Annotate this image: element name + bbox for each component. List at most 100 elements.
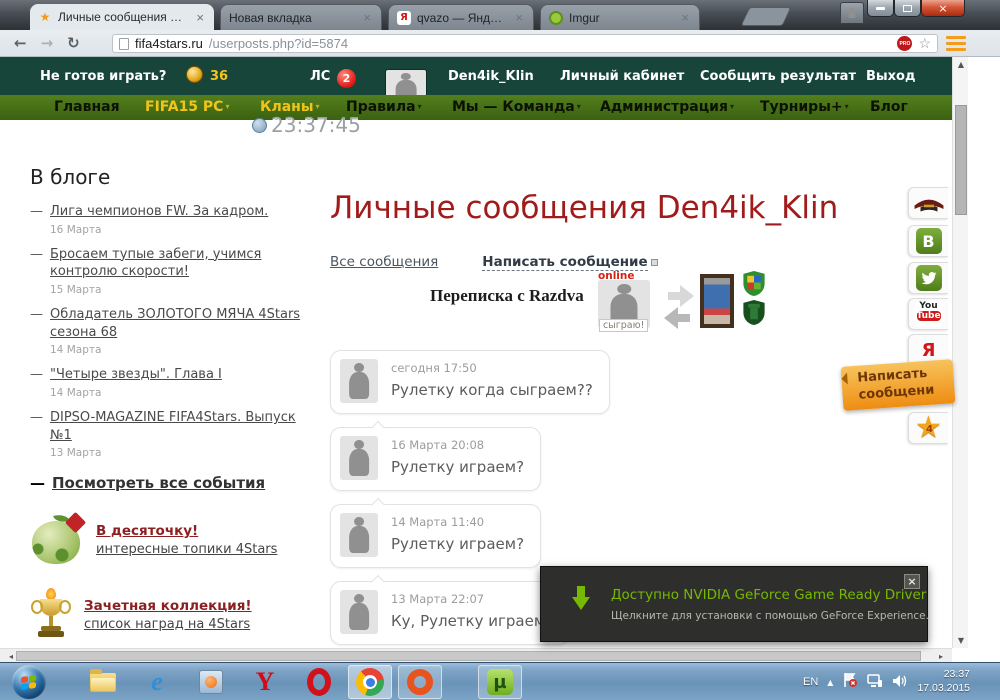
pm-count-badge: 2 [337,69,356,88]
message-bubble: 14 Марта 11:40 Рулетку играем? [330,504,541,568]
logout-link[interactable]: Выход [866,69,915,84]
report-result-link[interactable]: Сообщить результат [700,69,856,84]
media-player-icon[interactable] [196,667,226,697]
forward-icon[interactable]: → [41,34,54,52]
top-topics-link[interactable]: В десяточку! [96,523,277,539]
clock-time: 23:37:45 [271,113,361,137]
opponent-photo[interactable] [700,274,734,328]
fourstars-icon[interactable]: ★4 [908,412,948,444]
close-button[interactable]: × [921,0,965,17]
volume-icon[interactable] [892,673,908,692]
browser-titlebar: ★ Личные сообщения Den × Новая вкладка ×… [0,0,1000,30]
vk-icon[interactable]: В [908,225,948,257]
address-bar[interactable]: fifa4stars.ru /userposts.php?id=5874 PRO… [112,34,938,53]
network-icon[interactable] [867,673,883,692]
promo-awards: Зачетная коллекция! список наград на 4St… [30,588,312,642]
opera-icon[interactable] [304,667,334,697]
nav-blog[interactable]: Блог [870,99,908,115]
opponent-avatar[interactable]: online сыграю! [598,280,650,328]
scroll-up-icon[interactable]: ▲ [953,60,969,69]
close-icon[interactable]: × [904,574,920,589]
blog-post-link[interactable]: Лига чемпионов FW. За кадром. [50,204,268,219]
vertical-scrollbar[interactable]: ▲ ▼ [952,57,968,648]
taskbar-clock[interactable]: 23:37 17.03.2015 [917,668,970,695]
awards-sublink[interactable]: список наград на 4Stars [84,617,252,632]
blog-post-link[interactable]: Обладатель ЗОЛОТОГО МЯЧА 4Stars сезона 6… [50,307,300,340]
conversation-title: Переписка с Razdva [430,286,584,306]
twitter-icon[interactable] [908,262,948,294]
sender-avatar[interactable] [340,590,378,634]
bookmark-star-icon[interactable]: ☆ [918,35,931,52]
nvidia-title: Доступно NVIDIA GeForce Game Ready Drive… [611,587,926,603]
reload-icon[interactable]: ↻ [67,34,80,52]
scroll-down-icon[interactable]: ▼ [953,636,969,645]
club-crest-icon [742,299,766,326]
tab-close-icon[interactable]: × [513,11,525,24]
scroll-right-icon[interactable]: ▸ [933,652,949,661]
military-cap-icon[interactable] [908,187,948,219]
explorer-icon[interactable] [88,667,118,697]
tab-imgur[interactable]: Imgur × [540,4,700,30]
horizontal-scrollbar[interactable]: ◂ ▸ [0,648,952,662]
tab-close-icon[interactable]: × [361,11,373,24]
tab-newtab[interactable]: Новая вкладка × [220,4,382,30]
sender-avatar[interactable] [340,436,378,480]
chevron-down-icon: ▾ [225,102,229,111]
clock-icon [252,118,267,133]
youtube-icon[interactable]: YouTube [908,298,948,330]
origin-icon[interactable] [405,667,435,697]
page-viewport: Не готов играть? 36 ЛС 2 Den4ik_Klin Лич… [0,57,1000,662]
blog-post-link[interactable]: "Четыре звезды". Глава I [50,367,222,382]
tab-close-icon[interactable]: × [679,11,691,24]
nav-home[interactable]: Главная [54,99,120,115]
blog-post-date: 15 Марта [50,283,312,297]
write-message-link[interactable]: Написать сообщение [482,254,647,271]
taskbar: e Y µ EN ▲ 23:37 17.03.2015 [0,662,1000,700]
pro-extension-icon[interactable]: PRO [897,36,912,51]
private-messages-link[interactable]: ЛС [310,69,330,84]
internet-explorer-icon[interactable]: e [142,667,172,697]
start-button[interactable] [12,665,46,699]
cabinet-link[interactable]: Личный кабинет [560,69,684,84]
maximize-button[interactable] [894,0,921,17]
profile-button[interactable] [840,2,864,24]
tab-messages[interactable]: ★ Личные сообщения Den × [30,4,214,30]
top-topics-sublink[interactable]: интересные топики 4Stars [96,542,277,557]
nav-admin[interactable]: Администрация▾ [600,99,734,115]
nav-fifa15[interactable]: FIFA15 PC▾ [145,99,229,115]
back-icon[interactable]: ← [14,34,27,52]
utorrent-icon[interactable]: µ [485,667,515,697]
sender-avatar[interactable] [340,359,378,403]
club-crest-icon [742,270,766,297]
write-message-ribbon[interactable]: Написать сообщени [841,359,956,411]
nav-team[interactable]: Мы — Команда▾ [452,99,581,115]
language-indicator[interactable]: EN [803,676,818,688]
vertical-scrollbar-thumb[interactable] [955,105,967,215]
minimize-button[interactable] [867,0,894,17]
horizontal-scrollbar-thumb[interactable] [16,651,921,661]
blog-post-link[interactable]: DIPSO-MAGAZINE FIFA4Stars. Выпуск №1 [50,410,296,443]
nav-tournaments[interactable]: Турниры+▾ [760,99,849,115]
blog-post: — DIPSO-MAGAZINE FIFA4Stars. Выпуск №1 1… [30,409,312,460]
blog-post-link[interactable]: Бросаем тупые забеги, учимся контролю ск… [50,247,261,280]
imgur-favicon-icon [549,11,563,25]
awards-link[interactable]: Зачетная коллекция! [84,598,252,614]
new-tab-button[interactable] [741,7,792,26]
site-topbar: Не готов играть? 36 ЛС 2 Den4ik_Klin Лич… [0,57,952,95]
tab-close-icon[interactable]: × [194,11,206,24]
apple-dart-icon [30,514,84,566]
chrome-icon[interactable] [355,667,385,697]
username-link[interactable]: Den4ik_Klin [448,69,534,84]
yandex-browser-icon[interactable]: Y [250,667,280,697]
not-ready-link[interactable]: Не готов играть? [40,69,166,84]
play-button[interactable]: сыграю! [599,319,648,332]
all-messages-link[interactable]: Все сообщения [330,254,438,270]
nvidia-notification[interactable]: Доступно NVIDIA GeForce Game Ready Drive… [540,566,928,642]
message-text: Рулетку играем? [391,458,524,476]
tab-yandex-search[interactable]: Я qvazo — Яндекс: нашлос × [388,4,534,30]
chrome-menu-icon[interactable] [946,36,966,51]
tray-expand-icon[interactable]: ▲ [827,678,833,687]
action-center-icon[interactable] [842,672,858,692]
sender-avatar[interactable] [340,513,378,557]
all-events-link[interactable]: Посмотреть все события [52,474,265,492]
